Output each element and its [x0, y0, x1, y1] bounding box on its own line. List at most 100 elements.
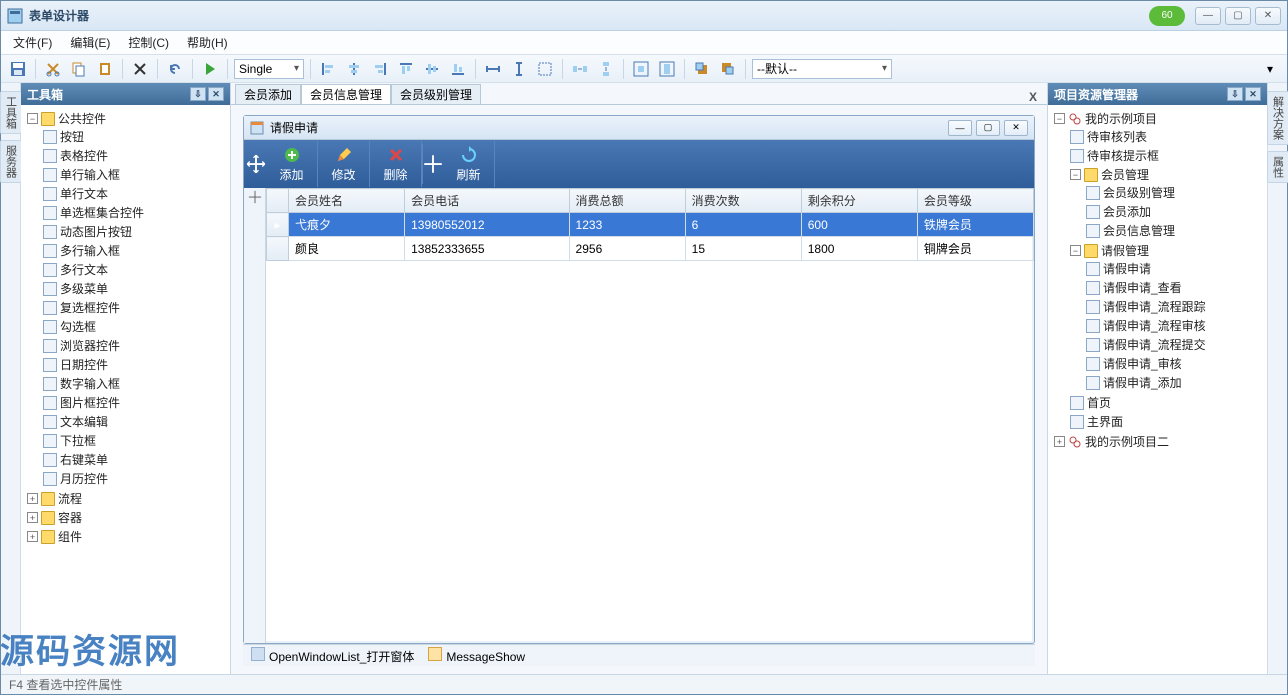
panel-close-icon[interactable]: ✕ [208, 87, 224, 101]
menu-edit[interactable]: 编辑(E) [70, 34, 110, 51]
same-width-icon[interactable] [482, 58, 504, 80]
bring-front-icon[interactable] [691, 58, 713, 80]
solution-item[interactable]: 请假申请_流程提交 [1086, 336, 1265, 353]
run-icon[interactable] [199, 58, 221, 80]
toolbox-item[interactable]: 复选框控件 [43, 299, 228, 316]
solution-explorer: 项目资源管理器 ⇩✕ −我的示例项目 待审核列表 待审核提示框 −会员管理 [1047, 83, 1267, 674]
solution-item[interactable]: 会员添加 [1086, 203, 1265, 220]
hspace-icon[interactable] [569, 58, 591, 80]
toolbox-item[interactable]: 单行文本 [43, 185, 228, 202]
toolbox-item[interactable]: 浏览器控件 [43, 337, 228, 354]
tab-member-level[interactable]: 会员级别管理 [391, 84, 481, 104]
mode-combo[interactable]: Single [234, 59, 304, 79]
solution-item[interactable]: 会员信息管理 [1086, 222, 1265, 239]
toolbox-tree[interactable]: −公共控件 按钮表格控件单行输入框单行文本单选框集合控件动态图片按钮多行输入框多… [23, 109, 228, 546]
align-right-icon[interactable] [369, 58, 391, 80]
tab-solution[interactable]: 解决方案 [1267, 91, 1288, 145]
window-list-icon [251, 647, 265, 661]
panel-close-icon[interactable]: ✕ [1245, 87, 1261, 101]
solution-item[interactable]: 请假申请_添加 [1086, 374, 1265, 391]
toolbox-item[interactable]: 勾选框 [43, 318, 228, 335]
toolbox-item[interactable]: 图片框控件 [43, 394, 228, 411]
inner-close-button[interactable]: ✕ [1004, 120, 1028, 136]
toolbox-item[interactable]: 右键菜单 [43, 451, 228, 468]
maximize-button[interactable]: ▢ [1225, 7, 1251, 25]
edit-button[interactable]: 修改 [318, 141, 370, 187]
center-in-form-icon[interactable] [630, 58, 652, 80]
same-size-icon[interactable] [534, 58, 556, 80]
tab-member-info[interactable]: 会员信息管理 [301, 84, 391, 104]
toolbox-item[interactable]: 多级菜单 [43, 280, 228, 297]
minimize-button[interactable]: — [1195, 7, 1221, 25]
table-row[interactable]: ▸ 弋痕夕 13980552012 1233 6 600 铁牌会员 [267, 213, 1034, 237]
close-button[interactable]: ✕ [1255, 7, 1281, 25]
send-back-icon[interactable] [717, 58, 739, 80]
add-button[interactable]: 添加 [266, 141, 318, 187]
toolbox-item[interactable]: 按钮 [43, 128, 228, 145]
paste-icon[interactable] [94, 58, 116, 80]
solution-item[interactable]: 请假申请_审核 [1086, 355, 1265, 372]
tab-member-add[interactable]: 会员添加 [235, 84, 301, 104]
menu-control[interactable]: 控制(C) [128, 34, 169, 51]
align-left-icon[interactable] [317, 58, 339, 80]
move-handle-icon-2[interactable] [423, 154, 443, 174]
toolbox-item[interactable]: 动态图片按钮 [43, 223, 228, 240]
solution-tree[interactable]: −我的示例项目 待审核列表 待审核提示框 −会员管理 会员级别管理会员添加会员信… [1050, 109, 1265, 451]
toolbox-item[interactable]: 单行输入框 [43, 166, 228, 183]
tab-close-icon[interactable]: X [1023, 90, 1043, 104]
toolbox-item[interactable]: 多行输入框 [43, 242, 228, 259]
toolbox-item[interactable]: 月历控件 [43, 470, 228, 487]
center-v-icon[interactable] [656, 58, 678, 80]
app-icon [7, 8, 23, 24]
inner-min-button[interactable]: — [948, 120, 972, 136]
refresh-button[interactable]: 刷新 [443, 141, 495, 187]
solution-item[interactable]: 请假申请_流程跟踪 [1086, 298, 1265, 315]
left-tab-strip: 工具箱 服务器 [1, 83, 21, 674]
tab-toolbox[interactable]: 工具箱 [0, 91, 22, 134]
solution-item[interactable]: 请假申请 [1086, 260, 1265, 277]
menu-help[interactable]: 帮助(H) [187, 34, 228, 51]
designer-area: 会员添加 会员信息管理 会员级别管理 X 请假申请 — ▢ ✕ [231, 83, 1047, 674]
toolbox-item[interactable]: 表格控件 [43, 147, 228, 164]
align-center-h-icon[interactable] [343, 58, 365, 80]
data-grid[interactable]: 会员姓名 会员电话 消费总额 消费次数 剩余积分 会员等级 ▸ [266, 188, 1034, 643]
project-icon [1068, 435, 1082, 449]
menu-file[interactable]: 文件(F) [13, 34, 52, 51]
table-row[interactable]: 颜良 13852333655 2956 15 1800 铜牌会员 [267, 237, 1034, 261]
inner-max-button[interactable]: ▢ [976, 120, 1000, 136]
layout-combo[interactable]: --默认-- [752, 59, 892, 79]
toolbox-item[interactable]: 数字输入框 [43, 375, 228, 392]
same-height-icon[interactable] [508, 58, 530, 80]
project-icon [1068, 112, 1082, 126]
delete-icon[interactable] [129, 58, 151, 80]
cut-icon[interactable] [42, 58, 64, 80]
align-top-icon[interactable] [395, 58, 417, 80]
toolbox-panel: 工具箱 ⇩✕ −公共控件 按钮表格控件单行输入框单行文本单选框集合控件动态图片按… [21, 83, 231, 674]
toolbox-item[interactable]: 文本编辑 [43, 413, 228, 430]
toolbox-item[interactable]: 多行文本 [43, 261, 228, 278]
pin-icon[interactable]: ⇩ [190, 87, 206, 101]
solution-item[interactable]: 会员级别管理 [1086, 184, 1265, 201]
row-indicator-icon: ▸ [267, 213, 289, 237]
solution-item[interactable]: 请假申请_查看 [1086, 279, 1265, 296]
save-icon[interactable] [7, 58, 29, 80]
form-icon [250, 121, 264, 135]
status-badge: 60 [1149, 6, 1185, 26]
grid-move-handle[interactable] [244, 188, 266, 643]
move-handle-icon[interactable] [246, 154, 266, 174]
align-bottom-icon[interactable] [447, 58, 469, 80]
tab-properties[interactable]: 属性 [1267, 151, 1288, 183]
copy-icon[interactable] [68, 58, 90, 80]
toolbox-item[interactable]: 单选框集合控件 [43, 204, 228, 221]
align-middle-icon[interactable] [421, 58, 443, 80]
delete-button[interactable]: 删除 [370, 141, 422, 187]
toolbox-item[interactable]: 日期控件 [43, 356, 228, 373]
undo-icon[interactable] [164, 58, 186, 80]
vspace-icon[interactable] [595, 58, 617, 80]
pin-icon[interactable]: ⇩ [1227, 87, 1243, 101]
toolbar-overflow-icon[interactable]: ▾ [1259, 58, 1281, 80]
solution-item[interactable]: 请假申请_流程审核 [1086, 317, 1265, 334]
tab-server[interactable]: 服务器 [0, 140, 22, 183]
toolbox-header: 工具箱 ⇩✕ [21, 83, 230, 105]
toolbox-item[interactable]: 下拉框 [43, 432, 228, 449]
